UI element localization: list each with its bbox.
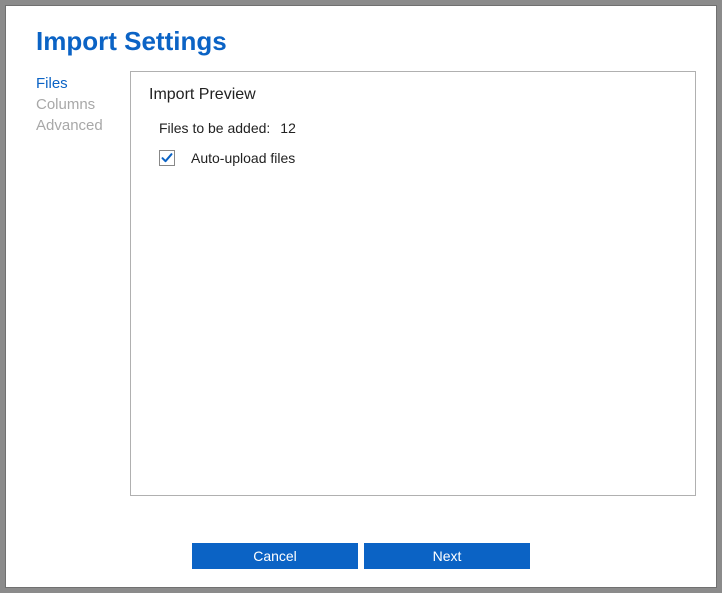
cancel-button[interactable]: Cancel [192, 543, 358, 569]
sidebar-item-advanced[interactable]: Advanced [36, 115, 130, 136]
files-to-add-row: Files to be added: 12 [159, 120, 677, 136]
auto-upload-row: Auto-upload files [159, 150, 677, 166]
auto-upload-checkbox[interactable] [159, 150, 175, 166]
dialog-footer: Cancel Next [6, 543, 716, 569]
auto-upload-label: Auto-upload files [191, 150, 295, 166]
sidebar-nav: Files Columns Advanced [36, 71, 130, 496]
check-icon [161, 152, 173, 164]
files-to-add-value: 12 [280, 120, 296, 136]
sidebar-item-columns[interactable]: Columns [36, 94, 130, 115]
files-to-add-label: Files to be added: [159, 120, 270, 136]
import-settings-dialog: Import Settings Files Columns Advanced I… [5, 5, 717, 588]
next-button[interactable]: Next [364, 543, 530, 569]
main-panel: Import Preview Files to be added: 12 Aut… [130, 71, 696, 496]
sidebar-item-files[interactable]: Files [36, 73, 130, 94]
dialog-title: Import Settings [6, 6, 716, 71]
panel-heading: Import Preview [149, 86, 677, 104]
dialog-body: Files Columns Advanced Import Preview Fi… [6, 71, 716, 496]
